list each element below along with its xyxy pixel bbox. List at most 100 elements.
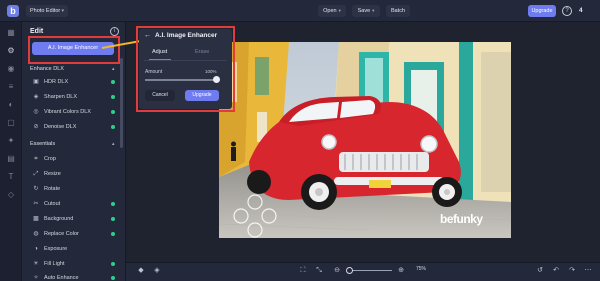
- panel-item-label: Resize: [44, 171, 61, 177]
- exposure-icon: ◑: [34, 246, 38, 252]
- panel-item-rotate[interactable]: ↻ Rotate: [32, 183, 118, 195]
- fit-screen-icon[interactable]: ⛶: [298, 266, 308, 276]
- zoom-out-icon[interactable]: ⊖: [332, 266, 342, 276]
- panel-item-denoise-dlx[interactable]: ⊘ Denoise DLX: [32, 121, 118, 133]
- info-icon[interactable]: i: [110, 27, 119, 36]
- chevron-down-icon: ▾: [61, 8, 64, 14]
- befunky-logo[interactable]: b: [7, 5, 19, 17]
- actual-size-icon[interactable]: ⤡: [314, 266, 324, 276]
- panel-item-fill-light[interactable]: ☀ Fill Light: [32, 258, 118, 270]
- enhance-dlx-section[interactable]: Enhance DLX ▴: [30, 66, 115, 72]
- reset-icon[interactable]: ↺: [535, 266, 545, 276]
- chevron-down-icon: ▾: [372, 8, 375, 13]
- bottom-toolbar: [126, 262, 600, 281]
- zoom-value: 75%: [416, 266, 427, 272]
- panel-item-vibrant-colors-dlx[interactable]: ◎ Vibrant Colors DLX: [32, 106, 118, 118]
- cancel-button[interactable]: Cancel: [145, 90, 175, 101]
- premium-dot: [111, 125, 115, 129]
- save-button[interactable]: Save ▾: [352, 5, 380, 17]
- essentials-section[interactable]: Essentials ▴: [30, 141, 115, 147]
- photo-canvas[interactable]: [219, 42, 511, 238]
- tab-divider: [144, 60, 227, 61]
- amount-label: Amount: [145, 69, 163, 75]
- shapes-icon[interactable]: ◇: [6, 190, 16, 200]
- premium-dot: [111, 202, 115, 206]
- panel-item-crop[interactable]: ⌗ Crop: [32, 153, 118, 165]
- panel-item-label: Exposure: [44, 246, 68, 252]
- zoom-slider-handle[interactable]: [346, 267, 353, 274]
- ai-enhancer-popup: ← A.I. Image Enhancer Adjust Erase Amoun…: [139, 29, 232, 109]
- panel-item-label: Cutout: [44, 201, 61, 207]
- tab-adjust[interactable]: Adjust: [152, 49, 167, 55]
- chevron-up-icon: ▴: [112, 141, 115, 147]
- upgrade-button[interactable]: Upgrade: [528, 5, 556, 17]
- star-icon[interactable]: ✦: [6, 136, 16, 146]
- chevron-down-icon: ▾: [338, 8, 341, 13]
- back-arrow-icon[interactable]: ←: [144, 32, 151, 39]
- app-select-dropdown[interactable]: Photo Editor ▾: [26, 5, 68, 17]
- undo-icon[interactable]: ↶: [551, 266, 561, 276]
- tab-erase[interactable]: Erase: [195, 49, 209, 55]
- zoom-in-icon[interactable]: ⊕: [396, 266, 406, 276]
- open-label: Open: [323, 8, 337, 14]
- auto-enhance-icon: ✧: [33, 275, 39, 281]
- panel-item-background[interactable]: ▩ Background: [32, 213, 118, 225]
- panel-item-auto-enhance[interactable]: ✧ Auto Enhance: [32, 272, 118, 281]
- sliders-icon[interactable]: ⚙: [6, 46, 16, 56]
- premium-dot: [111, 276, 115, 280]
- zoom-slider-track[interactable]: [352, 270, 392, 271]
- popup-title: A.I. Image Enhancer: [155, 32, 218, 39]
- panel-item-resize[interactable]: ⤢ Resize: [32, 168, 118, 180]
- panel-item-cutout[interactable]: ✂ Cutout: [32, 198, 118, 210]
- eye-icon[interactable]: ◉: [6, 64, 16, 74]
- redo-icon[interactable]: ↷: [567, 266, 577, 276]
- amount-slider-handle[interactable]: [213, 76, 220, 83]
- app-select-label: Photo Editor: [30, 8, 61, 14]
- grid-icon[interactable]: ▦: [6, 28, 16, 38]
- premium-dot: [111, 110, 115, 114]
- help-icon[interactable]: ?: [562, 6, 572, 16]
- essentials-label: Essentials: [30, 141, 56, 147]
- vibrant-icon: ◎: [33, 109, 39, 115]
- premium-dot: [111, 80, 115, 84]
- panel-item-label: Fill Light: [44, 261, 65, 267]
- save-label: Save: [357, 8, 371, 14]
- panel-item-label: Background: [44, 216, 74, 222]
- amount-slider-track[interactable]: [145, 79, 217, 81]
- sharpen-icon: ◈: [33, 94, 39, 100]
- text-icon[interactable]: T: [6, 172, 16, 182]
- layers-stack-icon[interactable]: ◆: [136, 266, 146, 276]
- panel-item-sharpen-dlx[interactable]: ◈ Sharpen DLX: [32, 91, 118, 103]
- layers-icon[interactable]: ≡: [6, 82, 16, 92]
- hdr-icon: ▣: [33, 79, 39, 85]
- frame-icon[interactable]: ▢: [6, 118, 16, 128]
- popup-upgrade-button[interactable]: Upgrade: [185, 90, 219, 101]
- panel-title: Edit: [30, 28, 44, 35]
- image-settings-icon[interactable]: ◈: [152, 266, 162, 276]
- panel-scrollbar[interactable]: [120, 58, 123, 148]
- panel-item-label: Rotate: [44, 186, 61, 192]
- batch-button[interactable]: Batch: [386, 5, 410, 17]
- panel-item-exposure[interactable]: ◑ Exposure: [32, 243, 118, 255]
- background-icon: ▩: [33, 216, 39, 222]
- panel-item-replace-color[interactable]: ◍ Replace Color: [32, 228, 118, 240]
- palette-icon[interactable]: ◐: [6, 100, 16, 110]
- panel-item-label: Sharpen DLX: [44, 94, 78, 100]
- active-tab-indicator: [149, 59, 171, 60]
- befunky-watermark: befunky: [440, 212, 483, 226]
- premium-dot: [111, 262, 115, 266]
- more-icon[interactable]: ⋯: [583, 266, 593, 276]
- panel-item-hdr-dlx[interactable]: ▣ HDR DLX: [32, 76, 118, 88]
- resize-icon: ⤢: [33, 171, 39, 177]
- grid2-icon[interactable]: ▤: [6, 154, 16, 164]
- fill-light-icon: ☀: [33, 261, 39, 267]
- notification-count[interactable]: 4: [579, 5, 583, 17]
- ai-image-enhancer-button[interactable]: A.I. Image Enhancer: [32, 42, 114, 55]
- panel-item-label: Replace Color: [44, 231, 79, 237]
- open-button[interactable]: Open ▾: [318, 5, 346, 17]
- panel-item-label: Crop: [44, 156, 56, 162]
- edit-panel: Edit i A.I. Image Enhancer Enhance DLX ▴…: [22, 22, 126, 281]
- premium-dot: [111, 95, 115, 99]
- top-bar: b Photo Editor ▾ Open ▾ Save ▾ Batch Upgra…: [0, 0, 600, 22]
- batch-label: Batch: [390, 8, 406, 14]
